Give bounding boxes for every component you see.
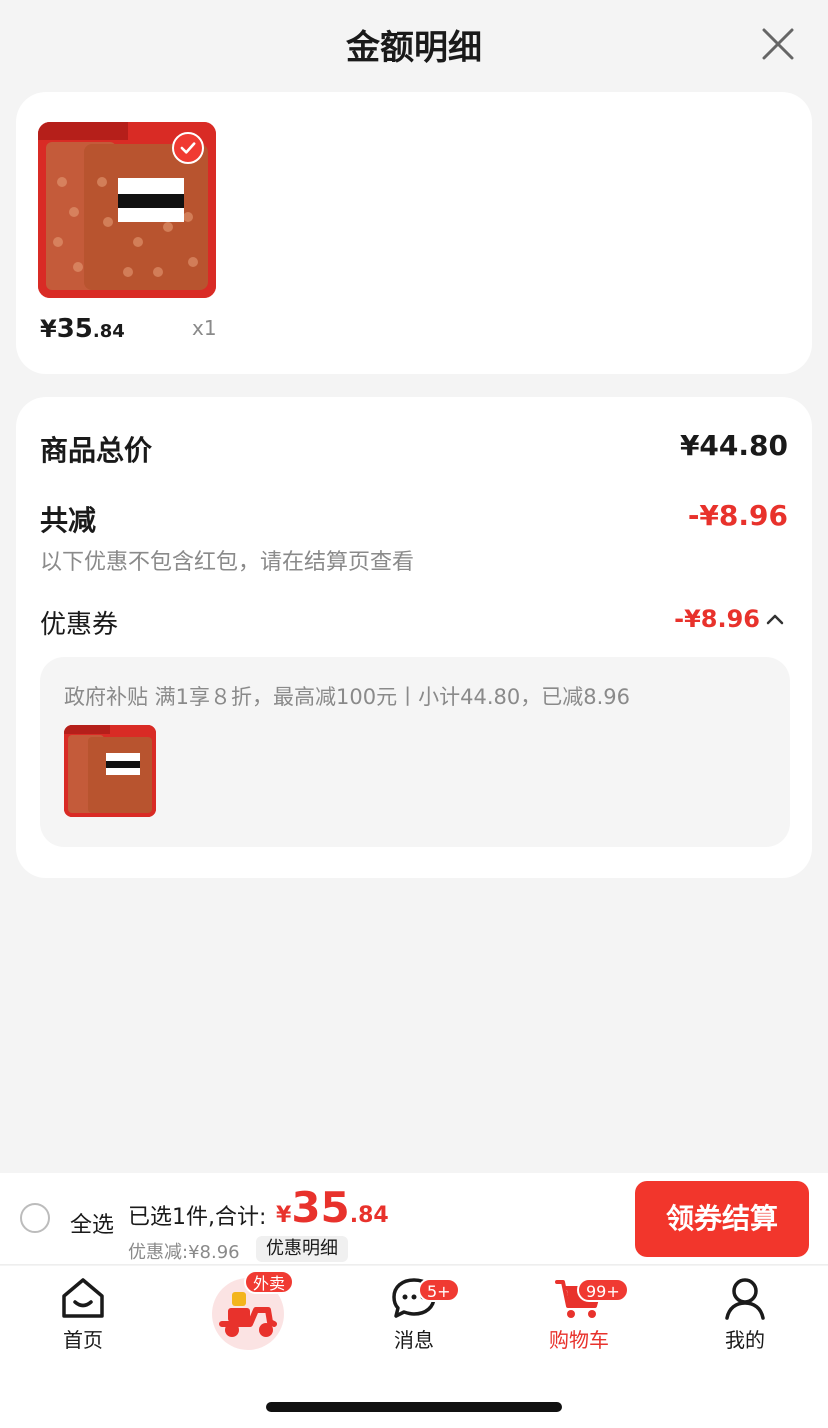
total-value: ¥44.80 (679, 429, 788, 462)
summary-card: 商品总价 ¥44.80 共减 -¥8.96 以下优惠不包含红包，请在结算页查看 … (16, 397, 812, 878)
page-title: 金额明细 (346, 28, 482, 68)
tab-delivery[interactable]: 外卖 (188, 1270, 308, 1372)
reduce-note: 以下优惠不包含红包，请在结算页查看 (40, 550, 415, 575)
subsidy-text: 政府补贴 满1享８折，最高减100元丨小计44.80，已减8.96 (64, 685, 630, 709)
total-symbol: ¥ (276, 1203, 292, 1228)
subsidy-box: 政府补贴 满1享８折，最高减100元丨小计44.80，已减8.96 (40, 657, 790, 847)
cart-badge: 99+ (577, 1278, 629, 1302)
discount-detail-button[interactable]: 优惠明细 (256, 1236, 348, 1262)
price-int: 35 (56, 314, 93, 344)
checkout-total: ¥35.84 (276, 1183, 389, 1232)
reduce-label: 共减 (40, 504, 97, 537)
product-card: ¥35.84 x1 (16, 92, 812, 374)
tab-cart-label: 购物车 (549, 1328, 609, 1352)
coupon-label: 优惠券 (40, 610, 119, 640)
tab-messages[interactable]: 消息 5+ (354, 1276, 474, 1366)
select-all-label[interactable]: 全选 (70, 1207, 114, 1239)
tab-mine-label: 我的 (725, 1328, 765, 1352)
home-indicator (266, 1402, 562, 1412)
subsidy-product-image[interactable] (64, 725, 156, 817)
total-dec: .84 (349, 1203, 389, 1228)
product-qty: x1 (192, 316, 217, 340)
close-icon[interactable] (758, 24, 798, 64)
discount-text: 优惠减:¥8.96 (128, 1242, 240, 1263)
delivery-badge: 外卖 (244, 1270, 295, 1294)
checkout-bar: 全选 已选1件,合计: ¥35.84 优惠减:¥8.96 优惠明细 领券结算 (0, 1173, 828, 1265)
checkout-button[interactable]: 领券结算 (635, 1181, 809, 1257)
total-int: 35 (291, 1183, 350, 1232)
product-price: ¥35.84 (40, 314, 125, 344)
total-label: 商品总价 (40, 434, 153, 467)
tab-cart[interactable]: 购物车 99+ (519, 1276, 639, 1366)
tab-home[interactable]: 首页 (23, 1276, 143, 1366)
selected-count-text: 已选1件,合计: (128, 1205, 267, 1230)
price-symbol: ¥ (40, 315, 57, 343)
price-dec: .84 (92, 321, 125, 342)
tab-mine[interactable]: 我的 (685, 1276, 805, 1366)
select-all-radio[interactable] (20, 1203, 50, 1233)
checked-icon[interactable] (172, 132, 204, 164)
chevron-up-icon[interactable] (764, 611, 786, 627)
user-icon (725, 1278, 765, 1320)
header: 金额明细 (0, 0, 828, 88)
tab-home-label: 首页 (63, 1328, 103, 1352)
coupon-value[interactable]: -¥8.96 (674, 605, 760, 633)
messages-badge: 5+ (418, 1278, 460, 1302)
tab-messages-label: 消息 (394, 1328, 434, 1352)
reduce-value: -¥8.96 (687, 499, 788, 532)
home-icon (62, 1278, 104, 1318)
